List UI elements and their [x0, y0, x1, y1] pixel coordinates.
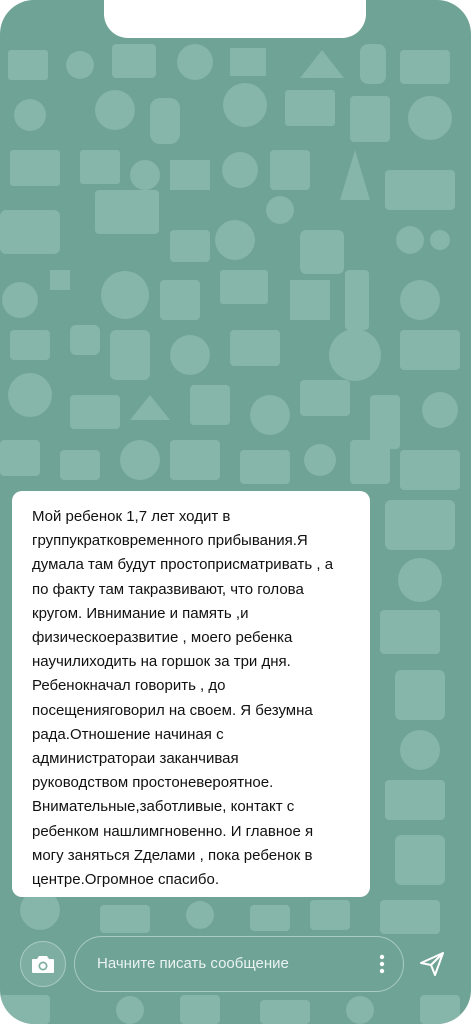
- message-line: могу заняться Zделами , пока ребенок в: [32, 846, 313, 864]
- message-input-placeholder: Начните писать сообщение: [97, 955, 289, 972]
- message-line: администраторaи заканчивая: [32, 750, 239, 768]
- message-line: Мой ребенок 1,7 лет ходит в: [32, 508, 231, 525]
- message-line: Ребенокначал говорить , до: [32, 677, 226, 695]
- message-line: думала там будут простоприсматривать , а: [32, 556, 334, 574]
- message-input[interactable]: Начните писать сообщение: [74, 936, 404, 992]
- message-line: Внимательные,заботливые, контакт с: [32, 798, 295, 816]
- message-line: рада.Отношение начиная с: [32, 725, 224, 743]
- message-line: группукратковременного прибывания.Я: [32, 532, 308, 550]
- message-line: руководством простоневероятное.: [32, 774, 274, 792]
- message-line: посещенияговорил на своем. Я безумна: [32, 701, 313, 719]
- send-button[interactable]: [412, 944, 452, 984]
- camera-button[interactable]: [20, 941, 66, 987]
- message-line: по факту там такразвивают, что голова: [32, 580, 304, 598]
- message-line: научилиходить на горшок за три дня.: [32, 653, 291, 671]
- more-vertical-icon: [379, 954, 385, 974]
- send-icon: [420, 952, 444, 976]
- camera-icon: [32, 956, 54, 973]
- message-line: физическоеразвитие , моего ребенка: [32, 629, 293, 647]
- message-bubble: Мой ребенок 1,7 лет ходит в группукратко…: [12, 491, 370, 897]
- message-line: ребенком нашлимгновенно. И главное я: [32, 822, 314, 840]
- phone-notch: [104, 0, 366, 38]
- message-line: кругом. Ивнимание и память ,и: [32, 604, 249, 622]
- message-line: центре.Огромное спасибо.: [32, 871, 219, 889]
- phone-screen: Мой ребенок 1,7 лет ходит в группукратко…: [0, 0, 471, 1024]
- more-options-button[interactable]: [375, 953, 389, 975]
